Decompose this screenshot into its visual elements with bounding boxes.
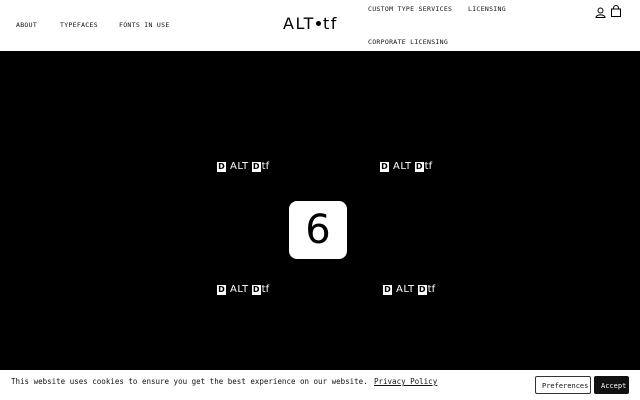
nav-licensing[interactable]: LICENSING [468, 5, 506, 13]
badge-word: ALT [393, 161, 412, 172]
user-icon[interactable] [595, 3, 606, 22]
badge-box-d: D [217, 285, 226, 295]
badge-box-d: D [380, 162, 389, 172]
brand-badge: D ALT D tf [217, 284, 269, 296]
badge-box-d: D [414, 162, 424, 172]
badge-box-d: D [417, 285, 427, 295]
nav-custom-type-services[interactable]: CUSTOM TYPE SERVICES [368, 5, 452, 13]
cookie-message: This website uses cookies to ensure you … [11, 377, 368, 386]
badge-box-d: D [383, 285, 392, 295]
privacy-policy-link[interactable]: Privacy Policy [374, 377, 437, 387]
badge-suffix: tf [427, 284, 436, 295]
badge-suffix: tf [261, 284, 270, 295]
badge-word: ALT [230, 161, 249, 172]
accept-button[interactable]: Accept [594, 376, 629, 394]
site-header: ABOUT TYPEFACES FONTS IN USE ALT tf CUSTO… [0, 0, 640, 51]
brand-badge: D ALT D tf [380, 161, 432, 173]
badge-box-d: D [217, 162, 226, 172]
badge-suffix: tf [261, 161, 270, 172]
badge-word: ALT [396, 284, 415, 295]
nav-typefaces[interactable]: TYPEFACES [60, 21, 98, 29]
logo-text-alt: ALT [283, 14, 315, 33]
cart-icon[interactable] [610, 2, 622, 21]
nav-about[interactable]: ABOUT [16, 21, 37, 29]
logo-text-tf: tf [322, 14, 338, 33]
brand-badge: D ALT D tf [217, 161, 269, 173]
nav-fonts-in-use[interactable]: FONTS IN USE [119, 21, 170, 29]
hero-area: D ALT D tf D ALT D tf 6 D ALT D tf D ALT… [0, 51, 640, 370]
badge-suffix: tf [424, 161, 433, 172]
logo-dot [315, 21, 321, 26]
site-logo[interactable]: ALT tf [283, 14, 338, 34]
brand-badge: D ALT D tf [383, 284, 435, 296]
badge-box-d: D [251, 162, 261, 172]
cookie-banner: This website uses cookies to ensure you … [0, 370, 640, 400]
nav-corporate-licensing[interactable]: CORPORATE LICENSING [368, 38, 448, 46]
badge-box-d: D [251, 285, 261, 295]
number-tile: 6 [289, 201, 347, 259]
preferences-button[interactable]: Preferences [535, 376, 591, 394]
badge-word: ALT [230, 284, 249, 295]
